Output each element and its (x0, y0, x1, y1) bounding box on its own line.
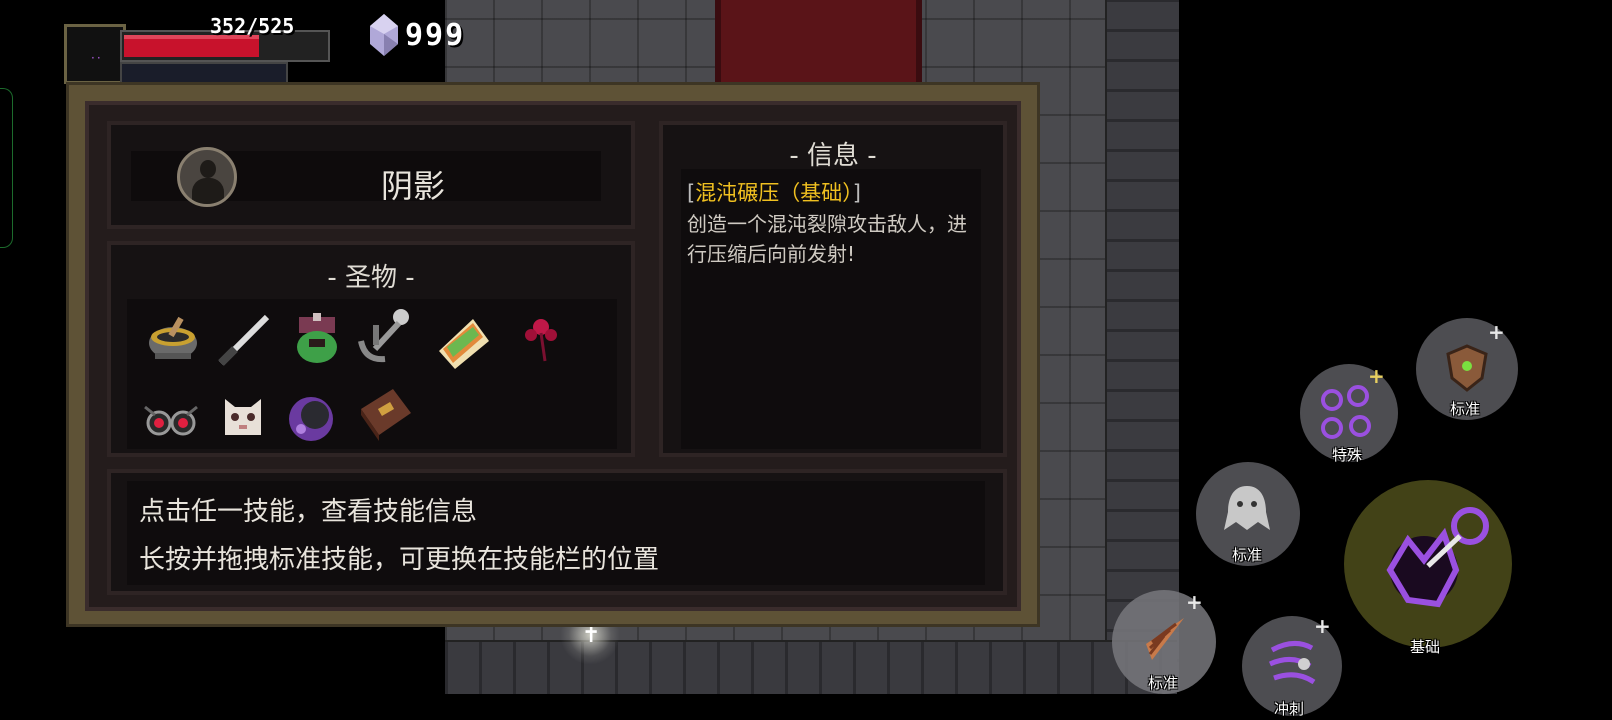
hint-line-2: 长按并拖拽标准技能，可更换在技能栏的位置 (139, 545, 660, 575)
dagger-icon[interactable] (213, 309, 273, 369)
chaos-rift-icon (1386, 507, 1489, 608)
mortar-bowl-icon[interactable] (143, 309, 203, 369)
skill-name-line: [混沌碾压（基础）] (687, 177, 861, 207)
purple-orbs-icon (1321, 385, 1371, 439)
white-cat-mask-icon[interactable] (213, 387, 273, 447)
drill-shell-icon (1146, 618, 1184, 660)
red-goggles-icon[interactable] (141, 385, 201, 445)
character-avatar-icon[interactable] (177, 147, 237, 207)
character-panel: 阴影 - 圣物 - - 信息 - [混沌碾压（基础）] 创造一个混沌裂隙攻击敌人… (66, 82, 1040, 627)
skill-button-shield[interactable]: + 标准 (1416, 318, 1518, 420)
skill-label-shield: 标准 (1450, 400, 1481, 418)
plus-icon: + (1186, 590, 1203, 614)
ghost-icon (1224, 486, 1270, 530)
sandwich-icon[interactable] (433, 313, 493, 373)
shield-icon (1446, 344, 1488, 392)
relics-title: - 圣物 - (327, 263, 415, 293)
skill-label-drill: 标准 (1148, 674, 1179, 692)
hint-box: 点击任一技能，查看技能信息 长按并拖拽标准技能，可更换在技能栏的位置 (107, 469, 1007, 595)
dungeon-wall-bottom (445, 640, 1177, 694)
red-flower-icon[interactable] (511, 309, 571, 369)
gem-count: 999 (405, 18, 466, 53)
skill-button-basic[interactable]: 基础 (1344, 480, 1512, 656)
dungeon-wall-right (1105, 0, 1179, 692)
relics-grid (127, 299, 617, 449)
skill-label-special: 特殊 (1332, 446, 1363, 464)
skill-label-basic: 基础 (1410, 638, 1441, 656)
panel-inner: 阴影 - 圣物 - - 信息 - [混沌碾压（基础）] 创造一个混沌裂隙攻击敌人… (85, 101, 1021, 611)
skill-button-dash[interactable]: + 冲刺 (1242, 614, 1342, 718)
character-name: 阴影 (381, 167, 446, 205)
character-box: 阴影 (107, 121, 635, 229)
info-body: [混沌碾压（基础）] 创造一个混沌裂隙攻击敌人，进行压缩后向前发射! (681, 169, 981, 449)
red-carpet (715, 0, 922, 90)
gem-icon (370, 14, 398, 56)
skill-button-drill[interactable]: + 标准 (1112, 590, 1216, 694)
purple-dash-icon (1268, 641, 1316, 685)
skill-description: 创造一个混沌裂隙攻击敌人，进行压缩后向前发射! (687, 212, 967, 266)
skill-button-special[interactable]: + 特殊 (1300, 364, 1398, 464)
info-title: - 信息 - (789, 141, 877, 171)
plus-icon: + (1314, 614, 1331, 638)
spell-book-icon[interactable] (355, 383, 415, 443)
hint-inner: 点击任一技能，查看技能信息 长按并拖拽标准技能，可更换在技能栏的位置 (127, 481, 985, 585)
info-box: - 信息 - [混沌碾压（基础）] 创造一个混沌裂隙攻击敌人，进行压缩后向前发射… (659, 121, 1007, 457)
anchor-skull-icon[interactable] (355, 305, 415, 365)
hint-line-1: 点击任一技能，查看技能信息 (139, 497, 478, 527)
skill-name: 混沌碾压（基础） (695, 181, 853, 205)
relics-box: - 圣物 - (107, 241, 635, 457)
bracket-open: [ (687, 181, 696, 205)
purple-crystal-bomb-icon[interactable] (281, 385, 341, 445)
hp-bar-fill (124, 35, 259, 57)
plus-icon: + (1488, 320, 1505, 344)
energy-bar (120, 62, 288, 84)
player-portrait[interactable]: ·· (64, 24, 126, 84)
plus-icon: + (1368, 364, 1385, 388)
side-drawer-handle[interactable] (0, 88, 13, 248)
skill-button-ghost[interactable]: 标准 (1196, 462, 1300, 566)
green-potion-pot-icon[interactable] (287, 309, 347, 369)
skill-label-dash: 冲刺 (1274, 700, 1305, 718)
skill-label-ghost: 标准 (1232, 546, 1263, 564)
bracket-close: ] (852, 181, 861, 205)
shadow-eyes-icon: ·· (91, 51, 103, 65)
hp-text: 352/525 (210, 14, 295, 38)
